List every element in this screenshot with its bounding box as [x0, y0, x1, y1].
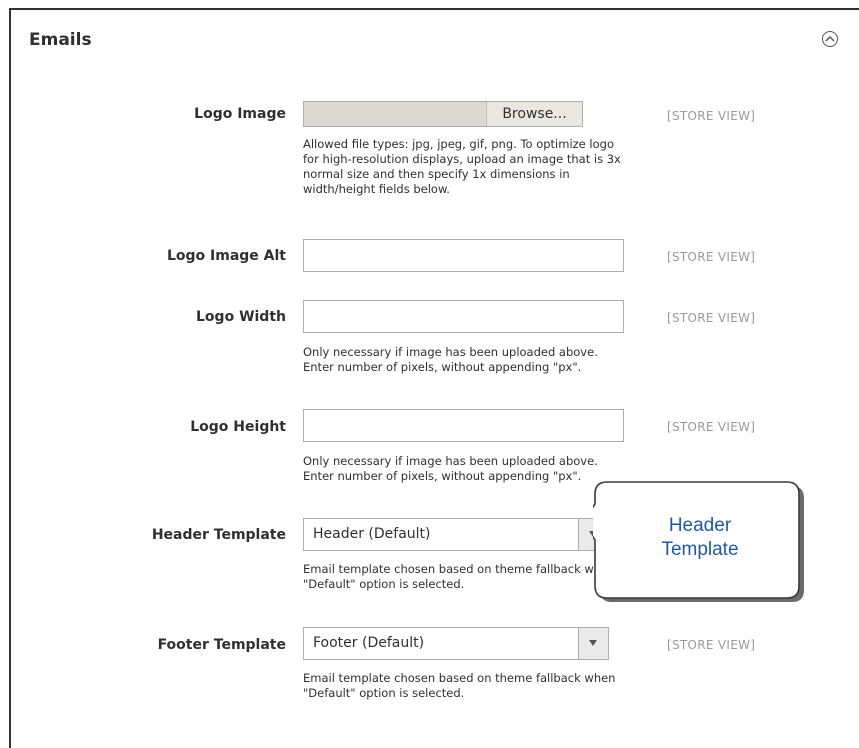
logo-image-alt-input[interactable] [303, 239, 624, 272]
logo-width-input[interactable] [303, 300, 624, 333]
scope-label: [STORE VIEW] [667, 250, 756, 264]
chevron-up-circle-icon[interactable] [822, 31, 838, 47]
logo-height-label: Logo Height [190, 419, 286, 435]
logo-height-note: Only necessary if image has been uploade… [303, 454, 598, 483]
scope-label: [STORE VIEW] [667, 638, 756, 652]
logo-width-note: Only necessary if image has been uploade… [303, 345, 598, 374]
footer-template-value: Footer (Default) [313, 635, 425, 651]
scope-label: [STORE VIEW] [667, 311, 756, 325]
browse-button[interactable]: Browse... [486, 102, 582, 126]
triangle-down-icon[interactable] [578, 628, 608, 659]
header-template-note: Email template chosen based on theme fal… [303, 562, 616, 591]
logo-image-note: Allowed file types: jpg, jpeg, gif, png.… [303, 137, 621, 196]
logo-image-alt-label: Logo Image Alt [166, 248, 286, 264]
footer-template-select[interactable]: Footer (Default) [303, 627, 609, 660]
header-template-select[interactable]: Header (Default) [303, 518, 609, 551]
scope-label: [STORE VIEW] [667, 420, 756, 434]
header-template-label: Header Template [151, 527, 286, 543]
footer-template-label: Footer Template [157, 637, 286, 653]
callout-text: Header Template [661, 515, 739, 560]
logo-height-input[interactable] [303, 409, 624, 442]
logo-image-file-input[interactable]: Browse... [303, 101, 583, 127]
section-title[interactable]: Emails [29, 30, 92, 50]
scope-label: [STORE VIEW] [667, 109, 756, 123]
logo-width-label: Logo Width [196, 309, 286, 325]
footer-template-note: Email template chosen based on theme fal… [303, 671, 616, 700]
header-template-value: Header (Default) [313, 526, 431, 542]
logo-image-label: Logo Image [194, 106, 286, 122]
